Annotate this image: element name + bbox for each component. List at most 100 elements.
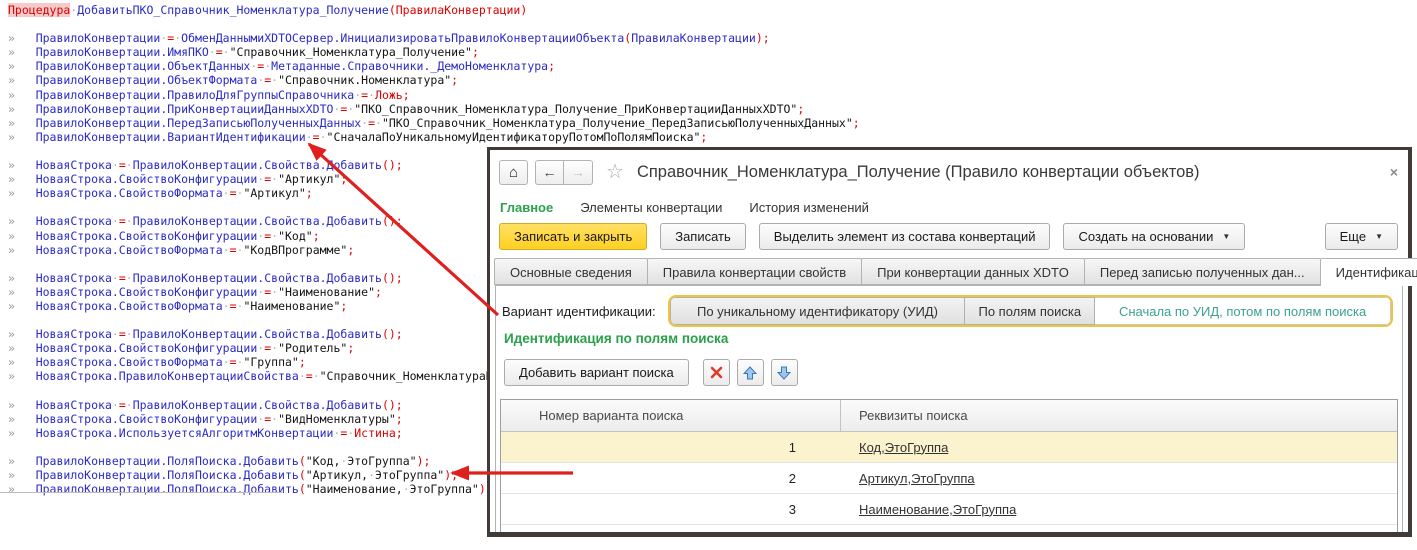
extract-element-button[interactable]: Выделить элемент из состава конвертаций [759,223,1051,250]
code-token: » [8,398,36,412]
code-line[interactable]: » ПравилоКонвертации.ОбъектДанных·=·Мета… [8,59,860,73]
variant-number-cell: 1 [501,440,841,455]
chevron-down-icon: ▼ [1375,232,1383,241]
code-token: ПравилоКонвертации.ИмяПКО [36,45,209,59]
move-up-button[interactable] [737,359,764,386]
code-token: (); [382,327,403,341]
code-token: » [8,31,36,45]
code-token: = [119,327,126,341]
search-attributes-link[interactable]: Наименование,ЭтоГруппа [859,502,1016,517]
code-token: Истина [354,426,396,440]
variant-number-cell: 2 [501,471,841,486]
more-button[interactable]: Еще ▼ [1325,223,1398,250]
code-token: » [8,116,36,130]
back-button[interactable]: ← [535,160,564,185]
code-token: ; [313,229,320,243]
save-and-close-button[interactable]: Записать и закрыть [499,223,647,250]
code-token: ПравилоКонвертации.ПередЗаписьюПолученны… [36,116,361,130]
save-button[interactable]: Записать [660,223,746,250]
command-bar: Записать и закрыть Записать Выделить элеме… [490,222,1408,250]
save-button-label: Записать [675,229,731,244]
more-button-label: Еще [1340,229,1366,244]
code-token: · [126,327,133,341]
code-token: » [8,327,36,341]
code-token: "Артикул" [278,172,340,186]
search-attributes-link[interactable]: Артикул,ЭтоГруппа [859,471,975,486]
nav-tab-conversion-elements[interactable]: Элементы конвертации [580,200,722,215]
code-token: = [230,243,237,257]
column-header-variant-number[interactable]: Номер варианта поиска [501,400,841,431]
tab-property-conversion-rules[interactable]: Правила конвертации свойств [647,258,862,285]
code-line[interactable]: » ПравилоКонвертации.ПравилоДляГруппыСпр… [8,88,860,102]
tab-on-xdto-data-conversion[interactable]: При конвертации данных XDTO [861,258,1085,285]
tab-basic-info[interactable]: Основные сведения [494,258,648,285]
code-token: · [223,299,230,313]
code-token: = [119,158,126,172]
table-row[interactable]: 1 Код,ЭтоГруппа [501,432,1397,463]
code-token: » [8,271,36,285]
search-attributes-cell: Артикул,ЭтоГруппа [841,471,1397,486]
nav-tab-change-history[interactable]: История изменений [749,200,869,215]
tab-before-write-received-data[interactable]: Перед записью полученных дан... [1084,258,1321,285]
code-line[interactable]: » ПравилоКонвертации.ОбъектФормата·=·"Сп… [8,73,860,87]
table-row[interactable]: 3Наименование,ЭтоГруппа [501,494,1397,525]
close-icon[interactable]: × [1390,164,1398,180]
code-token: · [223,45,230,59]
variant-by-uid[interactable]: По уникальному идентификатору (УИД) [670,297,966,325]
code-token: НоваяСтрока.ИспользуетсяАлгоритмКонверта… [36,426,334,440]
code-line[interactable]: » ПравилоКонвертации.ПередЗаписьюПолучен… [8,116,860,130]
code-line[interactable] [8,17,860,31]
history-nav-group: ← → [535,160,593,185]
search-attributes-cell: Код,ЭтоГруппа [841,440,1397,455]
delete-button[interactable] [703,359,730,386]
code-token: · [313,369,320,383]
search-variant-actions: Добавить вариант поиска [504,359,798,386]
code-token: ; [700,130,707,144]
code-line[interactable]: » ПравилоКонвертации.ИмяПКО·=·"Справочни… [8,45,860,59]
nav-tab-main[interactable]: Главное [500,200,553,215]
code-token: » [8,102,36,116]
code-line[interactable]: » ПравилоКонвертации·=·ОбменДаннымиXDTOС… [8,31,860,45]
code-token: » [8,412,36,426]
table-row[interactable]: 2 Артикул,ЭтоГруппа [501,463,1397,494]
move-down-icon [777,366,791,380]
code-token: "Артикул" [243,186,305,200]
code-token: ( [299,482,306,496]
code-token: НоваяСтрока [36,327,112,341]
code-token: ; [548,59,555,73]
favorites-star-icon[interactable]: ☆ [606,162,624,182]
code-token: · [209,45,216,59]
code-token: = [216,45,223,59]
code-line[interactable]: » ПравилоКонвертации.ВариантИдентификаци… [8,130,860,144]
code-line[interactable]: » ПравилоКонвертации.ПриКонвертацииДанны… [8,102,860,116]
code-token: "Справочник_НоменклатураП [320,369,493,383]
forward-button[interactable]: → [564,160,593,185]
move-down-button[interactable] [771,359,798,386]
variant-by-search-fields[interactable]: По полям поиска [965,297,1095,325]
create-based-on-button[interactable]: Создать на основании▼ [1063,223,1245,250]
variant-uid-then-search-fields[interactable]: Сначала по УИД, потом по полям поиска [1095,297,1391,325]
column-header-search-attributes[interactable]: Реквизиты поиска [841,400,1397,431]
code-token: · [126,214,133,228]
code-token: ; [797,102,804,116]
code-token: Метаданные.Справочники._ДемоНоменклатура [271,59,548,73]
code-token: ПравилоКонвертации.ВариантИдентификации [36,130,306,144]
code-token: = [119,271,126,285]
home-button[interactable]: ⌂ [499,160,528,185]
code-token: НоваяСтрока [36,271,112,285]
code-token: НоваяСтрока.СвойствоФормата [36,243,223,257]
code-token: НоваяСтрока.СвойствоКонфигурации [36,229,258,243]
code-token: · [112,271,119,285]
add-search-variant-button[interactable]: Добавить вариант поиска [504,359,689,386]
code-token: ПравилоКонвертации.Свойства.Добавить [133,398,382,412]
tab-identification[interactable]: Идентификация [1320,258,1417,286]
identification-page: Вариант идентификации: По уникальному ид… [495,285,1403,532]
code-token: » [8,454,36,468]
code-line[interactable]: Процедура·ДобавитьПКО_Справочник_Номенкл… [8,3,860,17]
window-titlebar[interactable]: ⌂ ← → ☆ Справочник_Номенклатура_Получени… [490,150,1408,194]
search-attributes-link[interactable]: Код,ЭтоГруппа [859,440,948,455]
code-token: ОбменДаннымиXDTOСервер.ИнициализироватьП… [181,31,624,45]
code-token: ; [340,172,347,186]
procedure-end-line [0,492,282,493]
code-token: НоваяСтрока [36,398,112,412]
